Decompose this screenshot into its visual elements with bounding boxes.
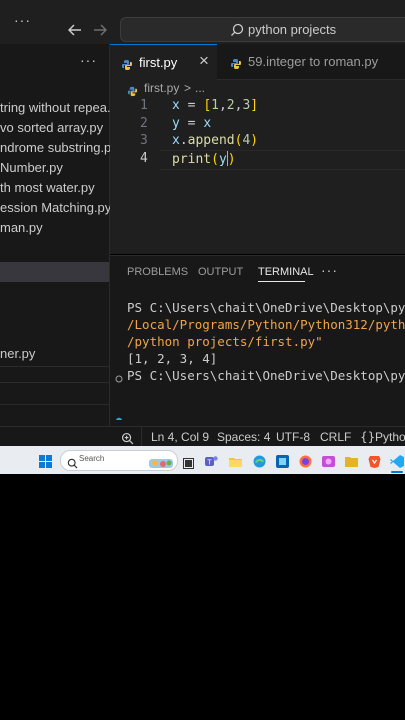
code-line: y = x xyxy=(172,116,212,131)
windows-start-icon[interactable] xyxy=(39,453,52,472)
editor-area: first.py × 59.integer to roman.py first.… xyxy=(110,44,405,254)
search-highlight-image-icon xyxy=(149,454,173,473)
file-item[interactable]: ner.py xyxy=(0,346,35,361)
terminal-line: PS C:\Users\chait\OneDrive\Desktop\pytho… xyxy=(127,368,405,383)
indentation[interactable]: Spaces: 4 xyxy=(217,430,270,444)
task-view-icon[interactable] xyxy=(183,454,194,473)
breadcrumb-file[interactable]: first.py xyxy=(144,81,179,95)
line-number: 1 xyxy=(140,98,148,113)
cursor-position[interactable]: Ln 4, Col 9 xyxy=(151,430,209,444)
firefox-icon[interactable] xyxy=(299,453,312,472)
code-line: x = [1,2,3] xyxy=(172,98,259,113)
active-tab-underline xyxy=(258,281,305,282)
line-number: 2 xyxy=(140,116,148,131)
search-text: python projects xyxy=(248,22,337,37)
tab-first-py[interactable]: first.py × xyxy=(110,44,217,80)
selected-row-highlight[interactable] xyxy=(0,262,109,282)
running-app-indicator xyxy=(391,471,403,473)
breadcrumb-separator: > xyxy=(184,81,192,95)
code-editor[interactable]: 1 2 3 4 x = [1,2,3] y = x x.append(4) pr… xyxy=(110,98,405,228)
tab-label: 59.integer to roman.py xyxy=(248,54,379,69)
file-item[interactable]: vo sorted array.py xyxy=(0,120,103,135)
command-status-circle-icon[interactable] xyxy=(115,371,123,386)
app-icon[interactable] xyxy=(322,453,335,472)
edge-browser-icon[interactable] xyxy=(253,453,266,472)
taskbar-search-box[interactable]: Search xyxy=(60,450,178,471)
encoding[interactable]: UTF-8 xyxy=(276,430,310,444)
line-number: 4 xyxy=(140,151,148,166)
file-item[interactable]: man.py xyxy=(0,220,43,235)
python-file-icon xyxy=(121,56,133,75)
tab-output[interactable]: OUTPUT xyxy=(198,266,243,278)
breadcrumb: first.py > ... xyxy=(110,80,405,98)
svg-text:T: T xyxy=(207,459,212,466)
terminal-line: PS C:\Users\chait\OneDrive\Desktop\pytho… xyxy=(127,300,405,315)
menu-button[interactable]: ··· xyxy=(14,12,31,28)
command-status-dot-icon[interactable] xyxy=(115,413,123,420)
python-file-icon xyxy=(230,55,242,74)
store-icon[interactable] xyxy=(276,453,289,472)
forward-arrow-icon[interactable] xyxy=(93,21,108,40)
back-arrow-icon[interactable] xyxy=(67,21,82,40)
bottom-panel: PROBLEMS OUTPUT TERMINAL ··· PS C:\Users… xyxy=(110,255,405,427)
tab-problems[interactable]: PROBLEMS xyxy=(127,266,188,278)
zoom-separator xyxy=(141,427,142,447)
terminal-output[interactable]: PS C:\Users\chait\OneDrive\Desktop\pytho… xyxy=(110,300,405,420)
code-line: x.append(4) xyxy=(172,133,259,148)
breadcrumb-rest[interactable]: ... xyxy=(195,81,205,95)
terminal-line: [1, 2, 3, 4] xyxy=(127,351,218,366)
file-item[interactable]: Number.py xyxy=(0,160,63,175)
windows-taskbar: Search T xyxy=(0,446,405,474)
search-icon xyxy=(230,22,244,41)
tab-close-icon[interactable]: × xyxy=(199,51,209,71)
section-divider xyxy=(0,382,109,383)
file-item[interactable]: th most water.py xyxy=(0,180,95,195)
tab-label: first.py xyxy=(139,55,178,70)
tab-terminal[interactable]: TERMINAL xyxy=(258,266,314,278)
language-braces-icon: {} xyxy=(360,430,376,444)
terminal-line: /python projects/first.py" xyxy=(127,334,323,349)
vscode-icon[interactable] xyxy=(390,453,404,472)
panel-more-button[interactable]: ··· xyxy=(321,262,338,278)
language-mode[interactable]: Pytho xyxy=(375,430,405,444)
code-line: print(y) xyxy=(172,151,236,167)
brave-browser-icon[interactable] xyxy=(368,453,381,472)
line-ending[interactable]: CRLF xyxy=(320,430,351,444)
file-item[interactable]: ession Matching.py xyxy=(0,200,111,215)
title-bar: ··· python projects xyxy=(0,0,405,44)
file-item[interactable]: ndrome substring.py xyxy=(0,140,118,155)
terminal-line: /Local/Programs/Python/Python312/python.… xyxy=(127,317,405,332)
folder-icon[interactable] xyxy=(345,453,358,472)
status-bar: Ln 4, Col 9 Spaces: 4 UTF-8 CRLF {} Pyth… xyxy=(0,426,405,447)
tab-integer-to-roman[interactable]: 59.integer to roman.py xyxy=(218,44,405,79)
teams-icon[interactable]: T xyxy=(205,453,218,472)
line-number: 3 xyxy=(140,133,148,148)
section-divider xyxy=(0,404,109,405)
file-item[interactable]: tring without repea... xyxy=(0,100,118,115)
section-divider xyxy=(0,366,109,367)
taskbar-search-placeholder: Search xyxy=(79,454,105,463)
search-icon xyxy=(67,454,78,473)
explorer-sidebar: ··· tring without repea... vo sorted arr… xyxy=(0,44,118,426)
explorer-more-button[interactable]: ··· xyxy=(80,52,97,68)
file-explorer-icon[interactable] xyxy=(229,453,242,472)
command-center-search[interactable]: python projects xyxy=(120,17,405,42)
